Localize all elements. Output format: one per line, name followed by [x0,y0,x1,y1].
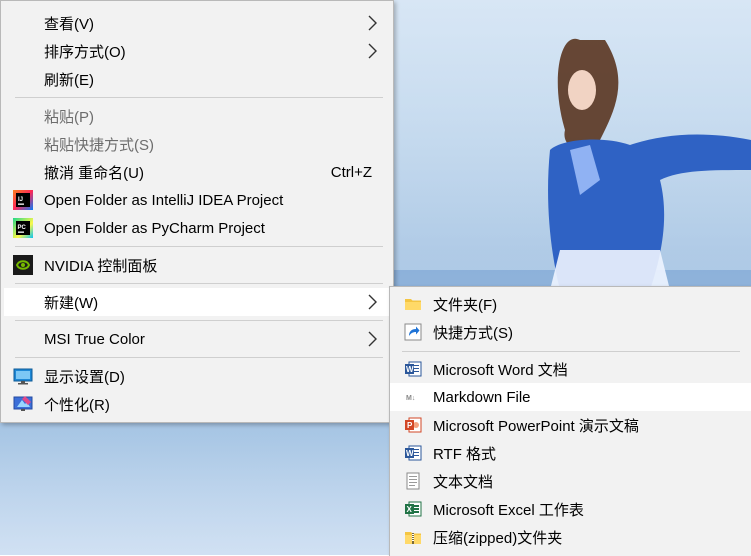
menu-separator [15,283,383,284]
svg-text:M↓: M↓ [406,395,415,402]
menu-item-nvidia-control-panel[interactable]: NVIDIA 控制面板 [4,251,390,279]
menu-item-undo-rename[interactable]: 撤消 重命名(U) Ctrl+Z [4,158,390,186]
svg-text:W: W [406,449,414,458]
zip-folder-icon [403,527,423,547]
rtf-icon: W [403,443,423,463]
menu-separator [15,97,383,98]
submenu-item-word-document[interactable]: W Microsoft Word 文档 [393,355,749,383]
chevron-right-icon [368,294,377,310]
submenu-item-label: 压缩(zipped)文件夹 [433,529,563,547]
pycharm-icon: PC [13,218,33,238]
submenu-item-label: Microsoft Excel 工作表 [433,501,584,519]
display-icon [13,366,33,386]
menu-item-label: MSI True Color [44,330,145,348]
submenu-item-zip-folder[interactable]: 压缩(zipped)文件夹 [393,523,749,551]
submenu-item-excel[interactable]: X Microsoft Excel 工作表 [393,495,749,523]
submenu-item-label: Microsoft Word 文档 [433,361,568,379]
chevron-right-icon [368,15,377,31]
menu-item-label: NVIDIA 控制面板 [44,257,158,275]
menu-item-paste-shortcut: 粘贴快捷方式(S) [4,130,390,158]
svg-text:PC: PC [18,225,27,231]
desktop-context-menu: 查看(V) 排序方式(O) 刷新(E) 粘贴(P) 粘贴快捷方式(S) 撤消 重… [0,0,394,423]
menu-separator [15,357,383,358]
submenu-item-markdown-file[interactable]: M↓ Markdown File [390,383,751,411]
menu-item-label: 显示设置(D) [44,368,125,386]
menu-item-label: 粘贴快捷方式(S) [44,136,154,154]
menu-item-label: 刷新(E) [44,71,94,89]
personalize-icon [13,394,33,414]
chevron-right-icon [368,331,377,347]
menu-item-new[interactable]: 新建(W) [4,288,390,316]
intellij-icon: IJ [13,190,33,210]
submenu-item-label: Microsoft PowerPoint 演示文稿 [433,417,639,435]
svg-text:W: W [406,365,414,374]
menu-item-paste: 粘贴(P) [4,102,390,130]
word-icon: W [403,359,423,379]
svg-text:P: P [407,421,413,430]
markdown-icon: M↓ [403,387,423,407]
text-doc-icon [403,471,423,491]
menu-separator [15,320,383,321]
menu-item-view[interactable]: 查看(V) [4,9,390,37]
svg-text:X: X [407,505,413,514]
wallpaper-person [548,38,751,290]
submenu-item-shortcut[interactable]: 快捷方式(S) [393,318,749,346]
menu-item-open-intellij[interactable]: IJ Open Folder as IntelliJ IDEA Project [4,186,390,214]
powerpoint-icon: P [403,415,423,435]
submenu-item-label: 文本文档 [433,473,494,491]
menu-item-msi-true-color[interactable]: MSI True Color [4,325,390,353]
submenu-item-powerpoint[interactable]: P Microsoft PowerPoint 演示文稿 [393,411,749,439]
submenu-item-label: 快捷方式(S) [433,324,513,342]
submenu-item-label: 文件夹(F) [433,296,498,314]
menu-item-label: Open Folder as IntelliJ IDEA Project [44,191,284,209]
menu-item-personalize[interactable]: 个性化(R) [4,390,390,418]
menu-item-label: 粘贴(P) [44,108,94,126]
submenu-item-folder[interactable]: 文件夹(F) [393,290,749,318]
menu-item-label: 个性化(R) [44,396,110,414]
submenu-item-rtf[interactable]: W RTF 格式 [393,439,749,467]
folder-icon [403,294,423,314]
menu-item-shortcut: Ctrl+Z [330,163,372,181]
submenu-item-label: RTF 格式 [433,445,497,463]
menu-item-label: 查看(V) [44,15,94,33]
submenu-item-label: Markdown File [433,388,531,406]
menu-item-sort-by[interactable]: 排序方式(O) [4,37,390,65]
menu-item-label: Open Folder as PyCharm Project [44,219,265,237]
chevron-right-icon [368,43,377,59]
menu-item-label: 新建(W) [44,294,99,312]
new-submenu: 文件夹(F) 快捷方式(S) W Microsoft Word 文档 M↓ Ma… [389,286,751,556]
menu-separator [15,246,383,247]
svg-text:IJ: IJ [18,197,23,203]
submenu-item-text-document[interactable]: 文本文档 [393,467,749,495]
menu-item-refresh[interactable]: 刷新(E) [4,65,390,93]
shortcut-icon [403,322,423,342]
menu-item-label: 撤消 重命名(U) [44,164,144,182]
nvidia-icon [13,255,33,275]
menu-item-label: 排序方式(O) [44,43,126,61]
menu-item-open-pycharm[interactable]: PC Open Folder as PyCharm Project [4,214,390,242]
menu-separator [402,351,740,352]
menu-item-display-settings[interactable]: 显示设置(D) [4,362,390,390]
excel-icon: X [403,499,423,519]
